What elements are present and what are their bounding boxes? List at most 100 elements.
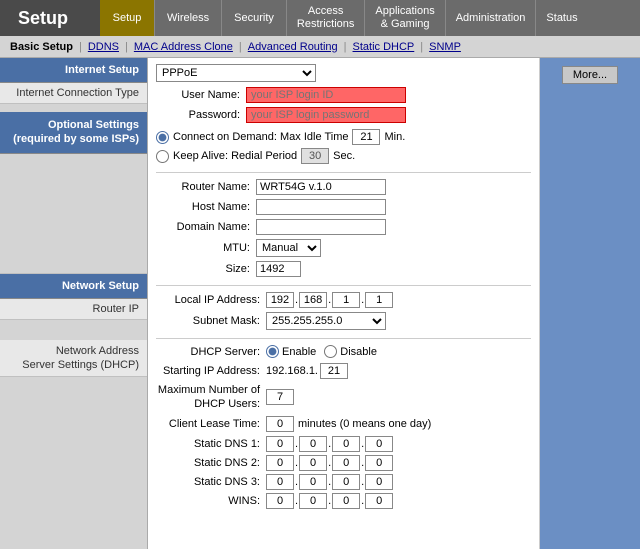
static-dns3-label: Static DNS 3:	[156, 476, 266, 488]
subnet-mask-label: Subnet Mask:	[156, 315, 266, 327]
max-dhcp-input[interactable]	[266, 389, 294, 405]
keep-alive-value[interactable]	[301, 148, 329, 164]
username-label: User Name:	[156, 89, 246, 101]
client-lease-row: Client Lease Time: minutes (0 means one …	[156, 416, 531, 432]
wins-3[interactable]	[332, 493, 360, 509]
starting-ip-prefix: 192.168.1.	[266, 365, 318, 377]
dhcp-server-label: DHCP Server:	[156, 346, 266, 358]
sub-nav-ddns[interactable]: DDNS	[82, 41, 125, 53]
wins-1[interactable]	[266, 493, 294, 509]
tab-security[interactable]: Security	[222, 0, 287, 36]
mtu-label: MTU:	[156, 242, 256, 254]
password-label: Password:	[156, 109, 246, 121]
tab-access-restrictions[interactable]: AccessRestrictions	[287, 0, 365, 36]
client-lease-input[interactable]	[266, 416, 294, 432]
starting-ip-label: Starting IP Address:	[156, 365, 266, 377]
size-row: Size:	[156, 261, 531, 277]
mtu-select[interactable]: Manual Auto	[256, 239, 321, 257]
static-dns3-row: Static DNS 3: . . .	[156, 474, 531, 490]
local-ip-group: . . .	[266, 292, 393, 308]
password-row: Password:	[156, 107, 531, 123]
keep-alive-radio[interactable]	[156, 150, 169, 163]
connect-demand-label: Connect on Demand: Max Idle Time	[173, 131, 348, 143]
dns2-3[interactable]	[332, 455, 360, 471]
more-button[interactable]: More...	[562, 66, 618, 84]
password-input[interactable]	[246, 107, 406, 123]
content-area: PPPoE DHCP Static IP L2TP PPTP User Name…	[148, 58, 540, 549]
dhcp-enable-radio[interactable]	[266, 345, 279, 358]
max-dhcp-row: Maximum Number ofDHCP Users:	[156, 383, 531, 412]
size-input[interactable]	[256, 261, 301, 277]
connect-demand-value[interactable]	[352, 129, 380, 145]
router-name-input[interactable]	[256, 179, 386, 195]
size-label: Size:	[156, 263, 256, 275]
host-name-input[interactable]	[256, 199, 386, 215]
wins-4[interactable]	[365, 493, 393, 509]
sidebar-section-network-setup: Network Setup	[0, 274, 147, 299]
starting-ip-row: Starting IP Address: 192.168.1.	[156, 363, 531, 379]
dns1-3[interactable]	[332, 436, 360, 452]
dns2-1[interactable]	[266, 455, 294, 471]
local-ip-2[interactable]	[299, 292, 327, 308]
connect-demand-row: Connect on Demand: Max Idle Time Min.	[156, 129, 531, 145]
client-lease-label: Client Lease Time:	[156, 418, 266, 430]
setup-title: Setup	[0, 0, 100, 36]
connection-type-select[interactable]: PPPoE DHCP Static IP L2TP PPTP	[156, 64, 316, 82]
dns1-2[interactable]	[299, 436, 327, 452]
local-ip-1[interactable]	[266, 292, 294, 308]
dns2-2[interactable]	[299, 455, 327, 471]
mtu-row: MTU: Manual Auto	[156, 239, 531, 257]
local-ip-4[interactable]	[365, 292, 393, 308]
wins-2[interactable]	[299, 493, 327, 509]
sub-nav-static-dhcp[interactable]: Static DHCP	[347, 41, 421, 53]
dns2-4[interactable]	[365, 455, 393, 471]
connect-demand-radio[interactable]	[156, 131, 169, 144]
wins-label: WINS:	[156, 495, 266, 507]
sub-nav-advanced-routing[interactable]: Advanced Routing	[242, 41, 344, 53]
dhcp-disable-radio[interactable]	[324, 345, 337, 358]
local-ip-label: Local IP Address:	[156, 294, 266, 306]
static-dns1-label: Static DNS 1:	[156, 438, 266, 450]
subnet-mask-select[interactable]: 255.255.255.0 255.255.0.0 255.0.0.0	[266, 312, 386, 330]
sub-nav-basic-setup[interactable]: Basic Setup	[4, 41, 79, 53]
domain-name-label: Domain Name:	[156, 221, 256, 233]
dns3-4[interactable]	[365, 474, 393, 490]
static-dns2-row: Static DNS 2: . . .	[156, 455, 531, 471]
tab-administration[interactable]: Administration	[446, 0, 537, 36]
keep-alive-row: Keep Alive: Redial Period Sec.	[156, 148, 531, 164]
wins-row: WINS: . . .	[156, 493, 531, 509]
sidebar-item-router-ip: Router IP	[0, 299, 147, 320]
dhcp-enable-label[interactable]: Enable	[266, 345, 316, 358]
sidebar-section-internet-setup: Internet Setup	[0, 58, 147, 83]
username-input[interactable]	[246, 87, 406, 103]
tab-setup[interactable]: Setup	[100, 0, 155, 36]
sidebar-item-connection-type: Internet Connection Type	[0, 83, 147, 104]
dns3-3[interactable]	[332, 474, 360, 490]
sidebar-item-network-address: Network AddressServer Settings (DHCP)	[0, 340, 147, 378]
sub-nav-mac-address-clone[interactable]: MAC Address Clone	[128, 41, 239, 53]
tab-status[interactable]: Status	[536, 0, 587, 36]
local-ip-row: Local IP Address: . . .	[156, 292, 531, 308]
sub-nav-snmp[interactable]: SNMP	[423, 41, 467, 53]
dns1-4[interactable]	[365, 436, 393, 452]
router-name-row: Router Name:	[156, 179, 531, 195]
sidebar: Internet Setup Internet Connection Type …	[0, 58, 148, 549]
connection-type-row: PPPoE DHCP Static IP L2TP PPTP	[156, 64, 531, 82]
dns3-2[interactable]	[299, 474, 327, 490]
username-row: User Name:	[156, 87, 531, 103]
dns3-1[interactable]	[266, 474, 294, 490]
starting-ip-suffix[interactable]	[320, 363, 348, 379]
local-ip-3[interactable]	[332, 292, 360, 308]
tab-applications-gaming[interactable]: Applications& Gaming	[365, 0, 445, 36]
sidebar-section-optional-settings: Optional Settings(required by some ISPs)	[0, 112, 147, 154]
domain-name-input[interactable]	[256, 219, 386, 235]
dns1-1[interactable]	[266, 436, 294, 452]
main-layout: Internet Setup Internet Connection Type …	[0, 58, 640, 549]
tab-wireless[interactable]: Wireless	[155, 0, 222, 36]
static-dns1-row: Static DNS 1: . . .	[156, 436, 531, 452]
dhcp-disable-label[interactable]: Disable	[324, 345, 377, 358]
top-header: Setup Setup Wireless Security AccessRest…	[0, 0, 640, 36]
static-dns2-label: Static DNS 2:	[156, 457, 266, 469]
nav-tabs: Setup Wireless Security AccessRestrictio…	[100, 0, 640, 36]
keep-alive-label: Keep Alive: Redial Period	[173, 150, 297, 162]
